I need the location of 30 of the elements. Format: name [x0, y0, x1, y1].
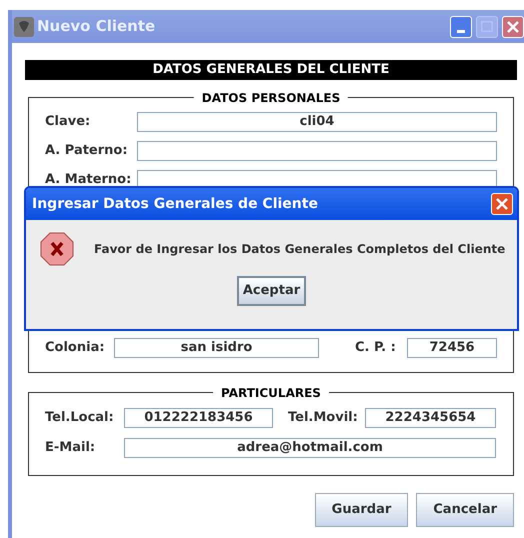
text-field[interactable]: san isidro: [114, 338, 319, 358]
dialog-close-button[interactable]: [491, 193, 513, 215]
text-field[interactable]: [137, 141, 497, 161]
dialog-title: Ingresar Datos Generales de Cliente: [32, 194, 318, 214]
field-label: A. Materno:: [45, 171, 132, 190]
error-icon: [40, 232, 74, 266]
error-message: Favor de Ingresar los Datos Generales Completos del Cliente: [94, 241, 506, 258]
text-field[interactable]: cli04: [137, 112, 497, 132]
field-label: E-Mail:: [45, 439, 96, 458]
close-icon: [507, 20, 519, 32]
window-title: Nuevo Cliente: [37, 16, 156, 38]
field-label: C. P. :: [355, 339, 397, 358]
close-icon: [496, 198, 508, 210]
action-button[interactable]: Guardar: [314, 493, 408, 527]
field-label: Clave:: [45, 113, 92, 132]
field-label: A. Paterno:: [45, 142, 129, 160]
field-label: Tel.Movil:: [288, 409, 359, 428]
accept-button[interactable]: Aceptar: [236, 276, 306, 306]
section-header: DATOS GENERALES DEL CLIENTE: [25, 60, 517, 80]
minimize-button[interactable]: [450, 16, 472, 38]
text-field[interactable]: 72456: [407, 338, 497, 358]
field-label: Tel.Local:: [45, 409, 115, 428]
text-field[interactable]: 2224345654: [365, 408, 496, 428]
action-button[interactable]: Cancelar: [416, 493, 514, 527]
app-icon: [14, 16, 34, 36]
text-field[interactable]: 012222183456: [124, 408, 273, 428]
text-field[interactable]: adrea@hotmail.com: [124, 438, 496, 458]
minimize-icon: [457, 30, 465, 32]
field-label: Colonia:: [45, 339, 106, 358]
close-button[interactable]: [502, 16, 524, 38]
